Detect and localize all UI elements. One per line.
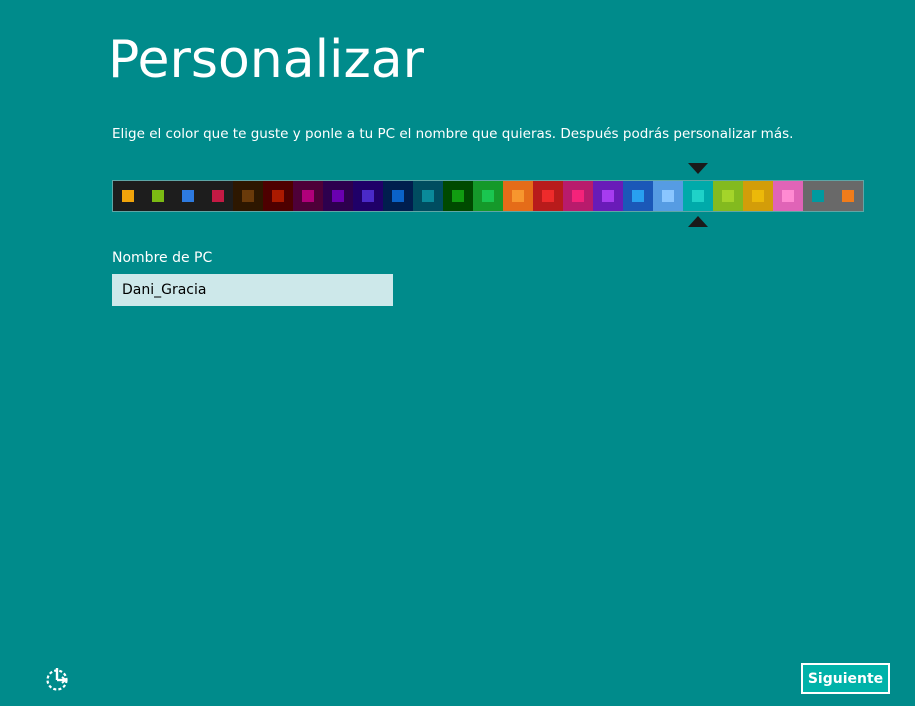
page-title: Personalizar bbox=[108, 30, 425, 90]
color-swatch[interactable] bbox=[533, 181, 563, 211]
color-swatch[interactable] bbox=[563, 181, 593, 211]
pc-name-input[interactable] bbox=[112, 274, 393, 306]
color-swatch[interactable] bbox=[143, 181, 173, 211]
color-chip bbox=[722, 190, 734, 202]
color-chip bbox=[602, 190, 614, 202]
selection-marker-top-icon bbox=[688, 163, 708, 174]
color-chip bbox=[692, 190, 704, 202]
color-chip bbox=[572, 190, 584, 202]
color-swatch[interactable] bbox=[173, 181, 203, 211]
color-swatch[interactable] bbox=[773, 181, 803, 211]
color-swatch[interactable] bbox=[203, 181, 233, 211]
color-chip bbox=[332, 190, 344, 202]
personalize-page: Personalizar Elige el color que te guste… bbox=[0, 0, 915, 706]
color-swatch[interactable] bbox=[803, 181, 833, 211]
color-chip bbox=[272, 190, 284, 202]
color-chip bbox=[242, 190, 254, 202]
color-chip bbox=[752, 190, 764, 202]
color-swatch[interactable] bbox=[593, 181, 623, 211]
color-swatch[interactable] bbox=[623, 181, 653, 211]
pc-name-label: Nombre de PC bbox=[112, 250, 213, 266]
color-chip bbox=[842, 190, 854, 202]
ease-of-access-glyph bbox=[46, 668, 68, 691]
color-swatch[interactable] bbox=[263, 181, 293, 211]
ease-of-access-icon[interactable] bbox=[44, 666, 70, 692]
color-swatch[interactable] bbox=[323, 181, 353, 211]
color-chip bbox=[782, 190, 794, 202]
color-swatch[interactable] bbox=[353, 181, 383, 211]
color-chip bbox=[812, 190, 824, 202]
color-swatch[interactable] bbox=[653, 181, 683, 211]
color-swatch[interactable] bbox=[413, 181, 443, 211]
color-chip bbox=[392, 190, 404, 202]
color-swatch[interactable] bbox=[473, 181, 503, 211]
selection-marker-bottom-icon bbox=[688, 216, 708, 227]
color-chip bbox=[452, 190, 464, 202]
color-swatch[interactable] bbox=[293, 181, 323, 211]
color-chip bbox=[542, 190, 554, 202]
color-swatch[interactable] bbox=[503, 181, 533, 211]
color-palette bbox=[112, 180, 864, 212]
next-button[interactable]: Siguiente bbox=[801, 663, 890, 694]
color-swatch[interactable] bbox=[233, 181, 263, 211]
color-swatch[interactable] bbox=[713, 181, 743, 211]
page-subtitle: Elige el color que te guste y ponle a tu… bbox=[112, 126, 794, 142]
color-swatch[interactable] bbox=[683, 181, 713, 211]
color-swatch[interactable] bbox=[743, 181, 773, 211]
color-chip bbox=[152, 190, 164, 202]
color-chip bbox=[632, 190, 644, 202]
color-chip bbox=[512, 190, 524, 202]
color-chip bbox=[362, 190, 374, 202]
color-chip bbox=[662, 190, 674, 202]
color-chip bbox=[422, 190, 434, 202]
color-chip bbox=[212, 190, 224, 202]
color-swatch[interactable] bbox=[383, 181, 413, 211]
color-chip bbox=[182, 190, 194, 202]
color-chip bbox=[122, 190, 134, 202]
color-swatch[interactable] bbox=[833, 181, 863, 211]
color-chip bbox=[302, 190, 314, 202]
color-swatch[interactable] bbox=[443, 181, 473, 211]
color-swatch[interactable] bbox=[113, 181, 143, 211]
color-chip bbox=[482, 190, 494, 202]
